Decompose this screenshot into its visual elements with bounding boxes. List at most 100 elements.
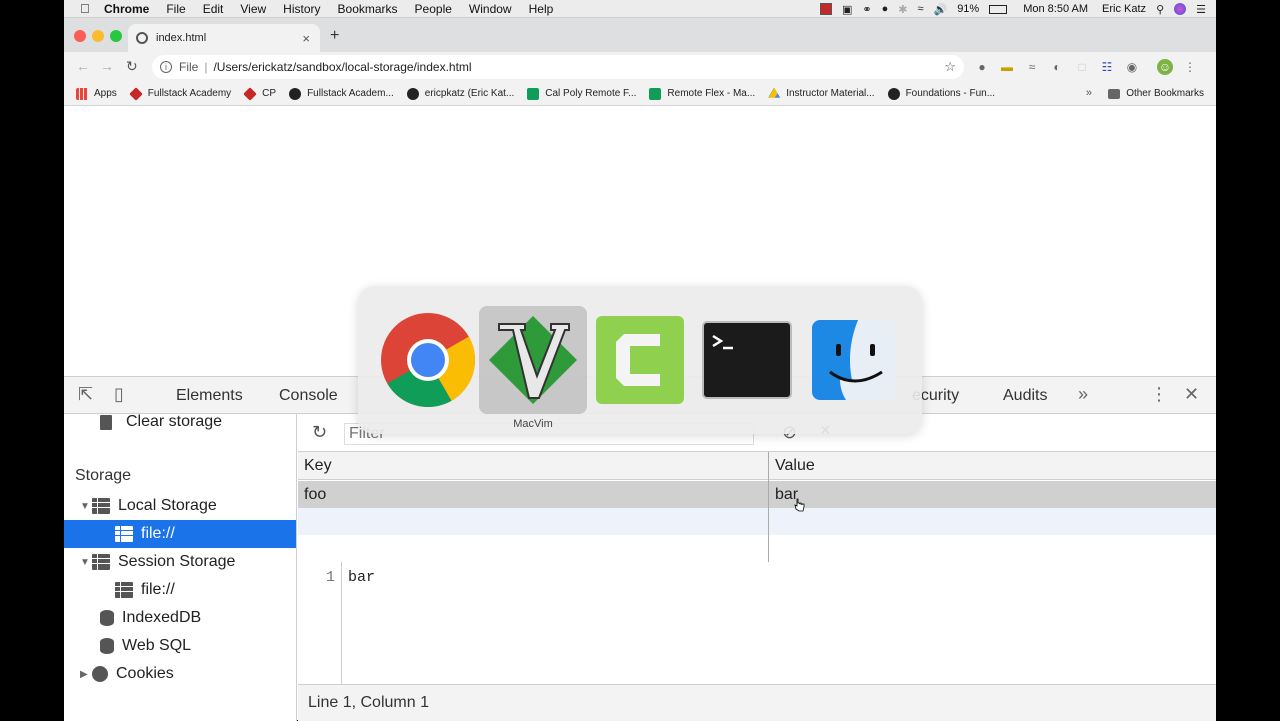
browser-tab[interactable]: index.html × bbox=[128, 24, 320, 52]
github-icon bbox=[289, 87, 302, 100]
close-window-button[interactable] bbox=[74, 30, 86, 42]
menubar-clock[interactable]: Mon 8:50 AM bbox=[1023, 3, 1088, 15]
bookmarks-bar: Apps Fullstack Academy CP Fullstack Acad… bbox=[64, 82, 1216, 106]
apple-menu-icon[interactable]:  bbox=[80, 1, 94, 16]
speech-bubble-icon[interactable]: ● bbox=[974, 59, 990, 75]
blank-extension-icon[interactable]: □ bbox=[1074, 59, 1090, 75]
info-icon[interactable]: i bbox=[160, 61, 172, 73]
wifi-icon[interactable]: ≈ bbox=[917, 3, 923, 15]
collapsed-triangle-icon[interactable]: ▶ bbox=[80, 669, 92, 680]
menu-file[interactable]: File bbox=[166, 2, 185, 16]
speed-icon[interactable]: ◐ bbox=[1049, 59, 1065, 75]
refresh-icon[interactable]: ↻ bbox=[312, 422, 327, 443]
menu-bookmarks[interactable]: Bookmarks bbox=[338, 2, 398, 16]
other-bookmarks[interactable]: Other Bookmarks bbox=[1108, 88, 1204, 99]
column-divider[interactable] bbox=[768, 452, 769, 562]
menu-app-name[interactable]: Chrome bbox=[104, 2, 149, 16]
apps-grid-icon bbox=[76, 87, 88, 100]
switcher-app-camtasia[interactable] bbox=[586, 306, 694, 414]
empty-table-row[interactable] bbox=[298, 535, 1216, 562]
sidebar-item-clear-storage[interactable]: Clear storage bbox=[64, 414, 296, 436]
column-header-key[interactable]: Key bbox=[298, 452, 768, 480]
profile-avatar-icon[interactable]: ☺ bbox=[1157, 59, 1173, 75]
cell-key[interactable]: foo bbox=[298, 481, 768, 508]
expanded-triangle-icon[interactable]: ▼ bbox=[80, 557, 92, 568]
reload-icon[interactable]: ↻ bbox=[126, 58, 138, 75]
sidebar-item-cookies[interactable]: ▶ Cookies bbox=[64, 660, 296, 688]
switcher-app-chrome[interactable] bbox=[374, 306, 482, 414]
volume-icon[interactable]: 🔊 bbox=[933, 3, 947, 16]
switcher-app-macvim[interactable] bbox=[479, 306, 587, 414]
switcher-app-terminal[interactable] bbox=[693, 306, 801, 414]
bookmarks-overflow-icon[interactable]: » bbox=[1086, 87, 1092, 99]
close-devtools-icon[interactable]: ✕ bbox=[1184, 384, 1199, 405]
siri-icon[interactable] bbox=[1174, 3, 1187, 15]
forward-arrow-icon[interactable]: → bbox=[100, 58, 114, 74]
bookmark-remote-flex[interactable]: Remote Flex - Ma... bbox=[649, 87, 755, 100]
address-bar[interactable]: i File | /Users/erickatz/sandbox/local-s… bbox=[152, 55, 964, 79]
minimize-window-button[interactable] bbox=[92, 30, 104, 42]
menu-view[interactable]: View bbox=[240, 2, 266, 16]
menu-people[interactable]: People bbox=[415, 2, 452, 16]
menu-help[interactable]: Help bbox=[529, 2, 554, 16]
cell-value[interactable]: bar bbox=[769, 481, 1216, 508]
notification-center-icon[interactable]: ☰ bbox=[1196, 3, 1206, 16]
sidebar-item-websql[interactable]: Web SQL bbox=[64, 632, 296, 660]
devtools-menu-icon[interactable]: ⋮ bbox=[1150, 384, 1168, 405]
battery-icon[interactable] bbox=[989, 4, 1008, 14]
bookmark-star-icon[interactable]: ☆ bbox=[944, 59, 956, 75]
maximize-window-button[interactable] bbox=[110, 30, 122, 42]
inspect-element-icon[interactable]: ⇱ bbox=[78, 384, 93, 405]
tab-elements[interactable]: Elements bbox=[176, 387, 243, 405]
bookmark-label: CP bbox=[262, 88, 277, 99]
cookie-icon bbox=[92, 666, 108, 682]
tab-audits[interactable]: Audits bbox=[1003, 387, 1047, 405]
back-arrow-icon[interactable]: ← bbox=[76, 58, 90, 74]
bookmark-cal-poly[interactable]: Cal Poly Remote F... bbox=[527, 87, 636, 100]
sidebar-item-session-storage[interactable]: ▼ Session Storage bbox=[64, 548, 296, 576]
menu-window[interactable]: Window bbox=[469, 2, 512, 16]
sidebar-label: IndexedDB bbox=[122, 609, 202, 626]
empty-table-row[interactable] bbox=[298, 508, 1216, 535]
table-row[interactable]: foo bar bbox=[298, 481, 1216, 508]
menu-edit[interactable]: Edit bbox=[203, 2, 224, 16]
menu-history[interactable]: History bbox=[283, 2, 320, 16]
window-icon[interactable]: ▣ bbox=[842, 3, 852, 16]
expanded-triangle-icon[interactable]: ▼ bbox=[80, 501, 92, 512]
bookmark-ericpkatz[interactable]: ericpkatz (Eric Kat... bbox=[406, 87, 514, 100]
new-tab-button[interactable]: + bbox=[330, 27, 339, 45]
bookmark-foundations[interactable]: Foundations - Fun... bbox=[887, 87, 995, 100]
column-header-value[interactable]: Value bbox=[769, 452, 1216, 480]
sidebar-item-session-storage-file[interactable]: file:// bbox=[64, 576, 296, 604]
sidebar-item-local-storage-file[interactable]: file:// bbox=[64, 520, 296, 548]
url-text[interactable]: /Users/erickatz/sandbox/local-storage/in… bbox=[213, 60, 471, 74]
dog-icon[interactable]: ◉ bbox=[1124, 59, 1140, 75]
bluetooth-icon[interactable]: ✱ bbox=[898, 3, 907, 16]
sidebar-item-indexeddb[interactable]: IndexedDB bbox=[64, 604, 296, 632]
sidebar-item-local-storage[interactable]: ▼ Local Storage bbox=[64, 492, 296, 520]
sheets-icon bbox=[527, 87, 540, 100]
tab-console[interactable]: Console bbox=[279, 387, 338, 405]
recording-icon[interactable] bbox=[819, 3, 832, 15]
preview-code[interactable]: bar bbox=[348, 569, 375, 586]
bookmark-cp[interactable]: CP bbox=[243, 86, 277, 101]
ticket-icon[interactable]: ▬ bbox=[999, 59, 1015, 75]
switcher-app-finder[interactable] bbox=[800, 306, 908, 414]
evernote-icon[interactable]: ● bbox=[882, 3, 889, 15]
table-grid-icon bbox=[92, 554, 110, 570]
github-icon bbox=[406, 87, 419, 100]
spotlight-search-icon[interactable]: ⚲ bbox=[1156, 3, 1164, 16]
bookmark-fullstack-academy[interactable]: Fullstack Academy bbox=[129, 86, 231, 101]
bookmark-instructor-material[interactable]: Instructor Material... bbox=[768, 87, 875, 100]
close-tab-icon[interactable]: × bbox=[302, 31, 310, 46]
more-tabs-icon[interactable]: » bbox=[1078, 384, 1088, 405]
bookmark-fullstack-github[interactable]: Fullstack Academ... bbox=[289, 87, 394, 100]
kebab-menu-icon[interactable]: ⋮ bbox=[1182, 59, 1198, 75]
reader-icon[interactable]: ≈ bbox=[1024, 59, 1040, 75]
menubar-user[interactable]: Eric Katz bbox=[1102, 3, 1146, 15]
device-toolbar-icon[interactable]: ▯ bbox=[114, 384, 124, 405]
crop-icon[interactable]: ☷ bbox=[1099, 59, 1115, 75]
battery-percent: 91% bbox=[957, 3, 980, 15]
creative-cloud-icon[interactable]: ⚭ bbox=[862, 3, 871, 16]
bookmark-apps[interactable]: Apps bbox=[76, 87, 117, 100]
